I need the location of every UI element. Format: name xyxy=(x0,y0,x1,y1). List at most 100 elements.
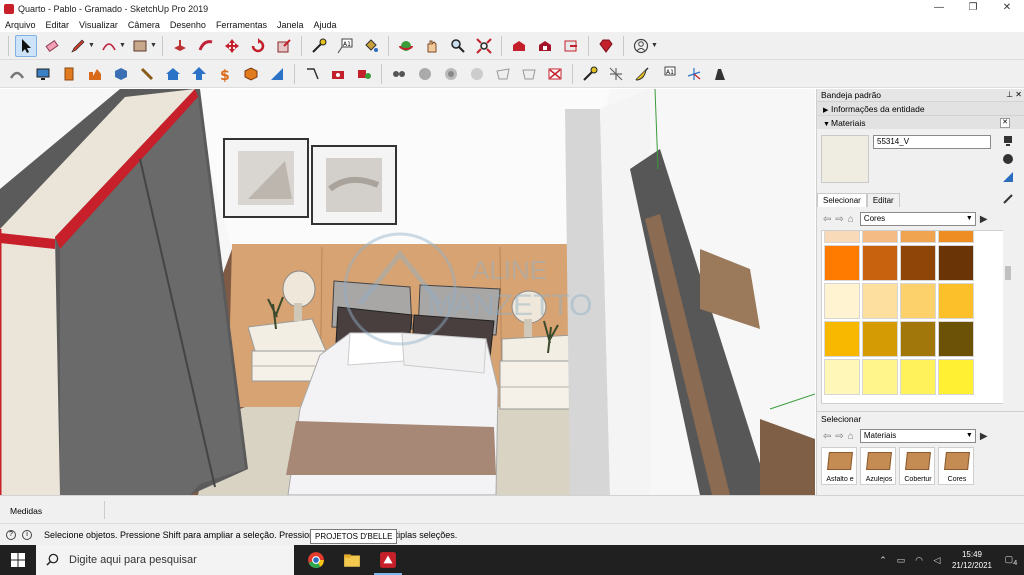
library2-select[interactable]: Materiais ▼ xyxy=(859,429,976,443)
zoom-extents-icon[interactable] xyxy=(473,35,495,57)
library-select[interactable]: Cores ▼ xyxy=(859,212,976,226)
model-viewport[interactable]: ALINE MANZETTO xyxy=(0,89,815,495)
swatch-scrollbar[interactable] xyxy=(1003,230,1013,404)
color-swatch[interactable] xyxy=(862,245,898,281)
follow-me-icon[interactable] xyxy=(195,35,217,57)
color-swatch[interactable] xyxy=(862,283,898,319)
move-icon[interactable] xyxy=(221,35,243,57)
clock[interactable]: 15:49 21/12/2021 xyxy=(946,549,998,571)
menu-arquivo[interactable]: Arquivo xyxy=(5,20,36,30)
camera-icon[interactable] xyxy=(327,63,349,85)
color-swatch[interactable] xyxy=(900,321,936,357)
component-icon[interactable] xyxy=(110,63,132,85)
back-arrow-icon[interactable]: ⇦ xyxy=(823,214,831,225)
section-icon[interactable] xyxy=(301,63,323,85)
display-secondary-icon[interactable] xyxy=(1002,135,1014,147)
rotate-icon[interactable] xyxy=(247,35,269,57)
dollar-icon[interactable]: $ xyxy=(214,63,236,85)
box-icon[interactable] xyxy=(58,63,80,85)
figure-icon[interactable] xyxy=(709,63,731,85)
menu-visualizar[interactable]: Visualizar xyxy=(79,20,118,30)
plane-icon[interactable] xyxy=(466,63,488,85)
sandbox-icon[interactable] xyxy=(6,63,28,85)
text-icon[interactable]: A1 xyxy=(334,35,356,57)
color-swatch[interactable] xyxy=(938,321,974,357)
select-icon[interactable] xyxy=(15,34,37,57)
color-swatch[interactable] xyxy=(824,245,860,281)
color-swatch[interactable] xyxy=(938,231,974,243)
chevron-up-icon[interactable]: ⌃ xyxy=(874,555,892,566)
close-panel-icon[interactable]: ✕ xyxy=(1000,118,1010,128)
color-swatch[interactable] xyxy=(862,231,898,243)
menu-camera[interactable]: Câmera xyxy=(128,20,160,30)
warehouse-icon[interactable] xyxy=(508,35,530,57)
account-icon[interactable] xyxy=(630,35,652,57)
details-arrow-icon[interactable]: ▶ xyxy=(980,431,988,442)
taskbar-search[interactable]: Digite aqui para pesquisar xyxy=(36,545,294,575)
scroll-thumb[interactable] xyxy=(1005,266,1011,280)
color-swatch[interactable] xyxy=(824,359,860,395)
zoom-icon[interactable] xyxy=(447,35,469,57)
chevron-down-icon[interactable]: ▼ xyxy=(88,42,95,49)
color-swatch[interactable] xyxy=(862,359,898,395)
orbit-icon[interactable] xyxy=(395,35,417,57)
wifi-icon[interactable]: ◠ xyxy=(910,555,928,566)
color-swatch[interactable] xyxy=(938,245,974,281)
menu-ferramentas[interactable]: Ferramentas xyxy=(216,20,267,30)
axes-icon[interactable] xyxy=(605,63,627,85)
tab-edit[interactable]: Editar xyxy=(866,193,900,207)
entity-info-section[interactable]: ▶ Informações da entidade xyxy=(817,101,1024,115)
menu-janela[interactable]: Janela xyxy=(277,20,304,30)
paint-bucket-icon[interactable] xyxy=(360,35,382,57)
eraser-icon[interactable] xyxy=(41,35,63,57)
default-paint-icon[interactable] xyxy=(1002,171,1014,183)
home-icon[interactable] xyxy=(162,63,184,85)
shapes-icon[interactable] xyxy=(353,63,375,85)
tape-measure-icon[interactable] xyxy=(308,35,330,57)
in-model-home-icon[interactable]: ⌂ xyxy=(848,431,854,442)
pan-icon[interactable] xyxy=(421,35,443,57)
create-material-icon[interactable] xyxy=(1002,153,1014,165)
forward-arrow-icon[interactable]: ⇨ xyxy=(835,431,843,442)
details-arrow-icon[interactable]: ▶ xyxy=(980,214,988,225)
menu-editar[interactable]: Editar xyxy=(46,20,70,30)
file-explorer-icon[interactable] xyxy=(334,545,370,575)
color-swatch[interactable] xyxy=(862,321,898,357)
axis-icon[interactable] xyxy=(683,63,705,85)
color-swatch[interactable] xyxy=(900,283,936,319)
ruby-icon[interactable] xyxy=(595,35,617,57)
push-pull-icon[interactable] xyxy=(169,35,191,57)
sample-paint-icon[interactable] xyxy=(1002,193,1014,205)
material-tile[interactable]: Cores xyxy=(938,447,974,485)
scale-icon[interactable] xyxy=(273,35,295,57)
close-button[interactable]: ✕ xyxy=(990,0,1024,17)
tray-pin-close[interactable]: ⊥ ✕ xyxy=(1006,89,1022,101)
no-icon[interactable] xyxy=(518,63,540,85)
layout-icon[interactable] xyxy=(266,63,288,85)
tab-select[interactable]: Selecionar xyxy=(817,193,867,207)
info-icon[interactable]: i xyxy=(22,529,32,540)
shape2-icon[interactable] xyxy=(388,63,410,85)
plane2-icon[interactable] xyxy=(492,63,514,85)
in-model-home-icon[interactable]: ⌂ xyxy=(848,214,854,225)
menu-ajuda[interactable]: Ajuda xyxy=(314,20,337,30)
menu-desenho[interactable]: Desenho xyxy=(170,20,206,30)
notifications-icon[interactable]: ▢4 xyxy=(998,554,1024,567)
chevron-down-icon[interactable]: ▼ xyxy=(150,42,157,49)
extension-icon[interactable] xyxy=(534,35,556,57)
color-swatch[interactable] xyxy=(824,231,860,243)
volume-icon[interactable]: ◁ xyxy=(928,555,946,566)
text-3d-icon[interactable] xyxy=(631,63,653,85)
arc-icon[interactable] xyxy=(98,35,120,57)
tool-icon[interactable] xyxy=(136,63,158,85)
chevron-down-icon[interactable]: ▼ xyxy=(119,42,126,49)
maximize-button[interactable]: ❐ xyxy=(956,0,990,17)
forward-arrow-icon[interactable]: ⇨ xyxy=(835,214,843,225)
material-name-input[interactable]: 55314_V xyxy=(873,135,991,149)
shape3-icon[interactable] xyxy=(414,63,436,85)
back-arrow-icon[interactable]: ⇦ xyxy=(823,431,831,442)
material-tile[interactable]: Azulejos xyxy=(860,447,896,485)
color-swatch[interactable] xyxy=(824,321,860,357)
material-tile[interactable]: Asfalto e xyxy=(821,447,857,485)
share-icon[interactable] xyxy=(560,35,582,57)
